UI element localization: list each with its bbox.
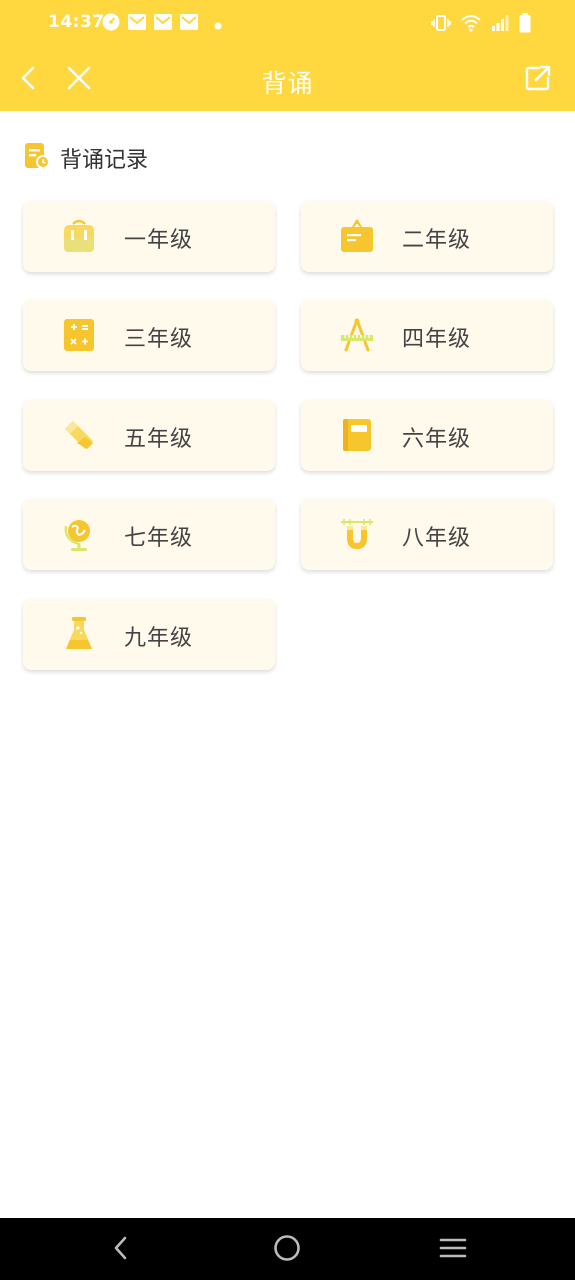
grade-card-7[interactable]: 七年级 [23, 499, 275, 570]
grade-label: 七年级 [124, 526, 194, 551]
notebook-icon [339, 417, 375, 453]
vibrate-icon [431, 14, 451, 36]
status-time: 14:37 [48, 12, 105, 32]
briefcase-icon [339, 218, 375, 254]
dot-icon [214, 15, 222, 34]
grade-label: 二年级 [402, 228, 472, 253]
grade-card-9[interactable]: 九年级 [23, 599, 275, 670]
section-label: 背诵记录 [60, 148, 149, 173]
ruler-compass-icon [339, 317, 375, 353]
nav-back-button[interactable] [104, 1233, 138, 1267]
recitation-record-heading[interactable]: 背诵记录 [24, 142, 148, 174]
record-icon [24, 142, 50, 174]
share-button[interactable] [520, 62, 556, 98]
grade-label: 六年级 [402, 427, 472, 452]
home-circle-icon [273, 1234, 301, 1266]
menu-lines-icon [439, 1236, 467, 1264]
grade-card-3[interactable]: 三年级 [23, 300, 275, 371]
grade-card-6[interactable]: 六年级 [301, 400, 553, 471]
nav-home-button[interactable] [270, 1233, 304, 1267]
grade-label: 三年级 [124, 327, 194, 352]
grade-card-5[interactable]: 五年级 [23, 400, 275, 471]
speedometer-icon [102, 13, 120, 35]
flask-icon [61, 616, 97, 652]
grade-card-8[interactable]: 八年级 [301, 499, 553, 570]
grade-label: 九年级 [124, 626, 194, 651]
toolbar: 背诵 [0, 48, 575, 111]
eraser-icon [61, 417, 97, 453]
grade-label: 八年级 [402, 526, 472, 551]
battery-icon [519, 13, 531, 37]
grade-label: 一年级 [124, 228, 194, 253]
grade-card-2[interactable]: 二年级 [301, 201, 553, 272]
calculator-icon [61, 317, 97, 353]
grade-card-4[interactable]: 四年级 [301, 300, 553, 371]
status-bar: 14:37 [0, 0, 575, 48]
page-title: 背诵 [261, 69, 314, 98]
grade-label: 五年级 [124, 427, 194, 452]
nav-recents-button[interactable] [436, 1233, 470, 1267]
mail-icon [154, 13, 172, 35]
share-icon [524, 64, 552, 96]
system-nav-bar [0, 1218, 575, 1280]
wifi-icon [461, 14, 481, 36]
magnet-icon [339, 516, 375, 552]
backpack-icon [61, 218, 97, 254]
grade-label: 四年级 [402, 327, 472, 352]
mail-icon [180, 13, 198, 35]
mail-icon [128, 13, 146, 35]
globe-icon [61, 516, 97, 552]
grade-card-1[interactable]: 一年级 [23, 201, 275, 272]
signal-icon [491, 14, 509, 36]
nav-back-icon [111, 1235, 131, 1265]
